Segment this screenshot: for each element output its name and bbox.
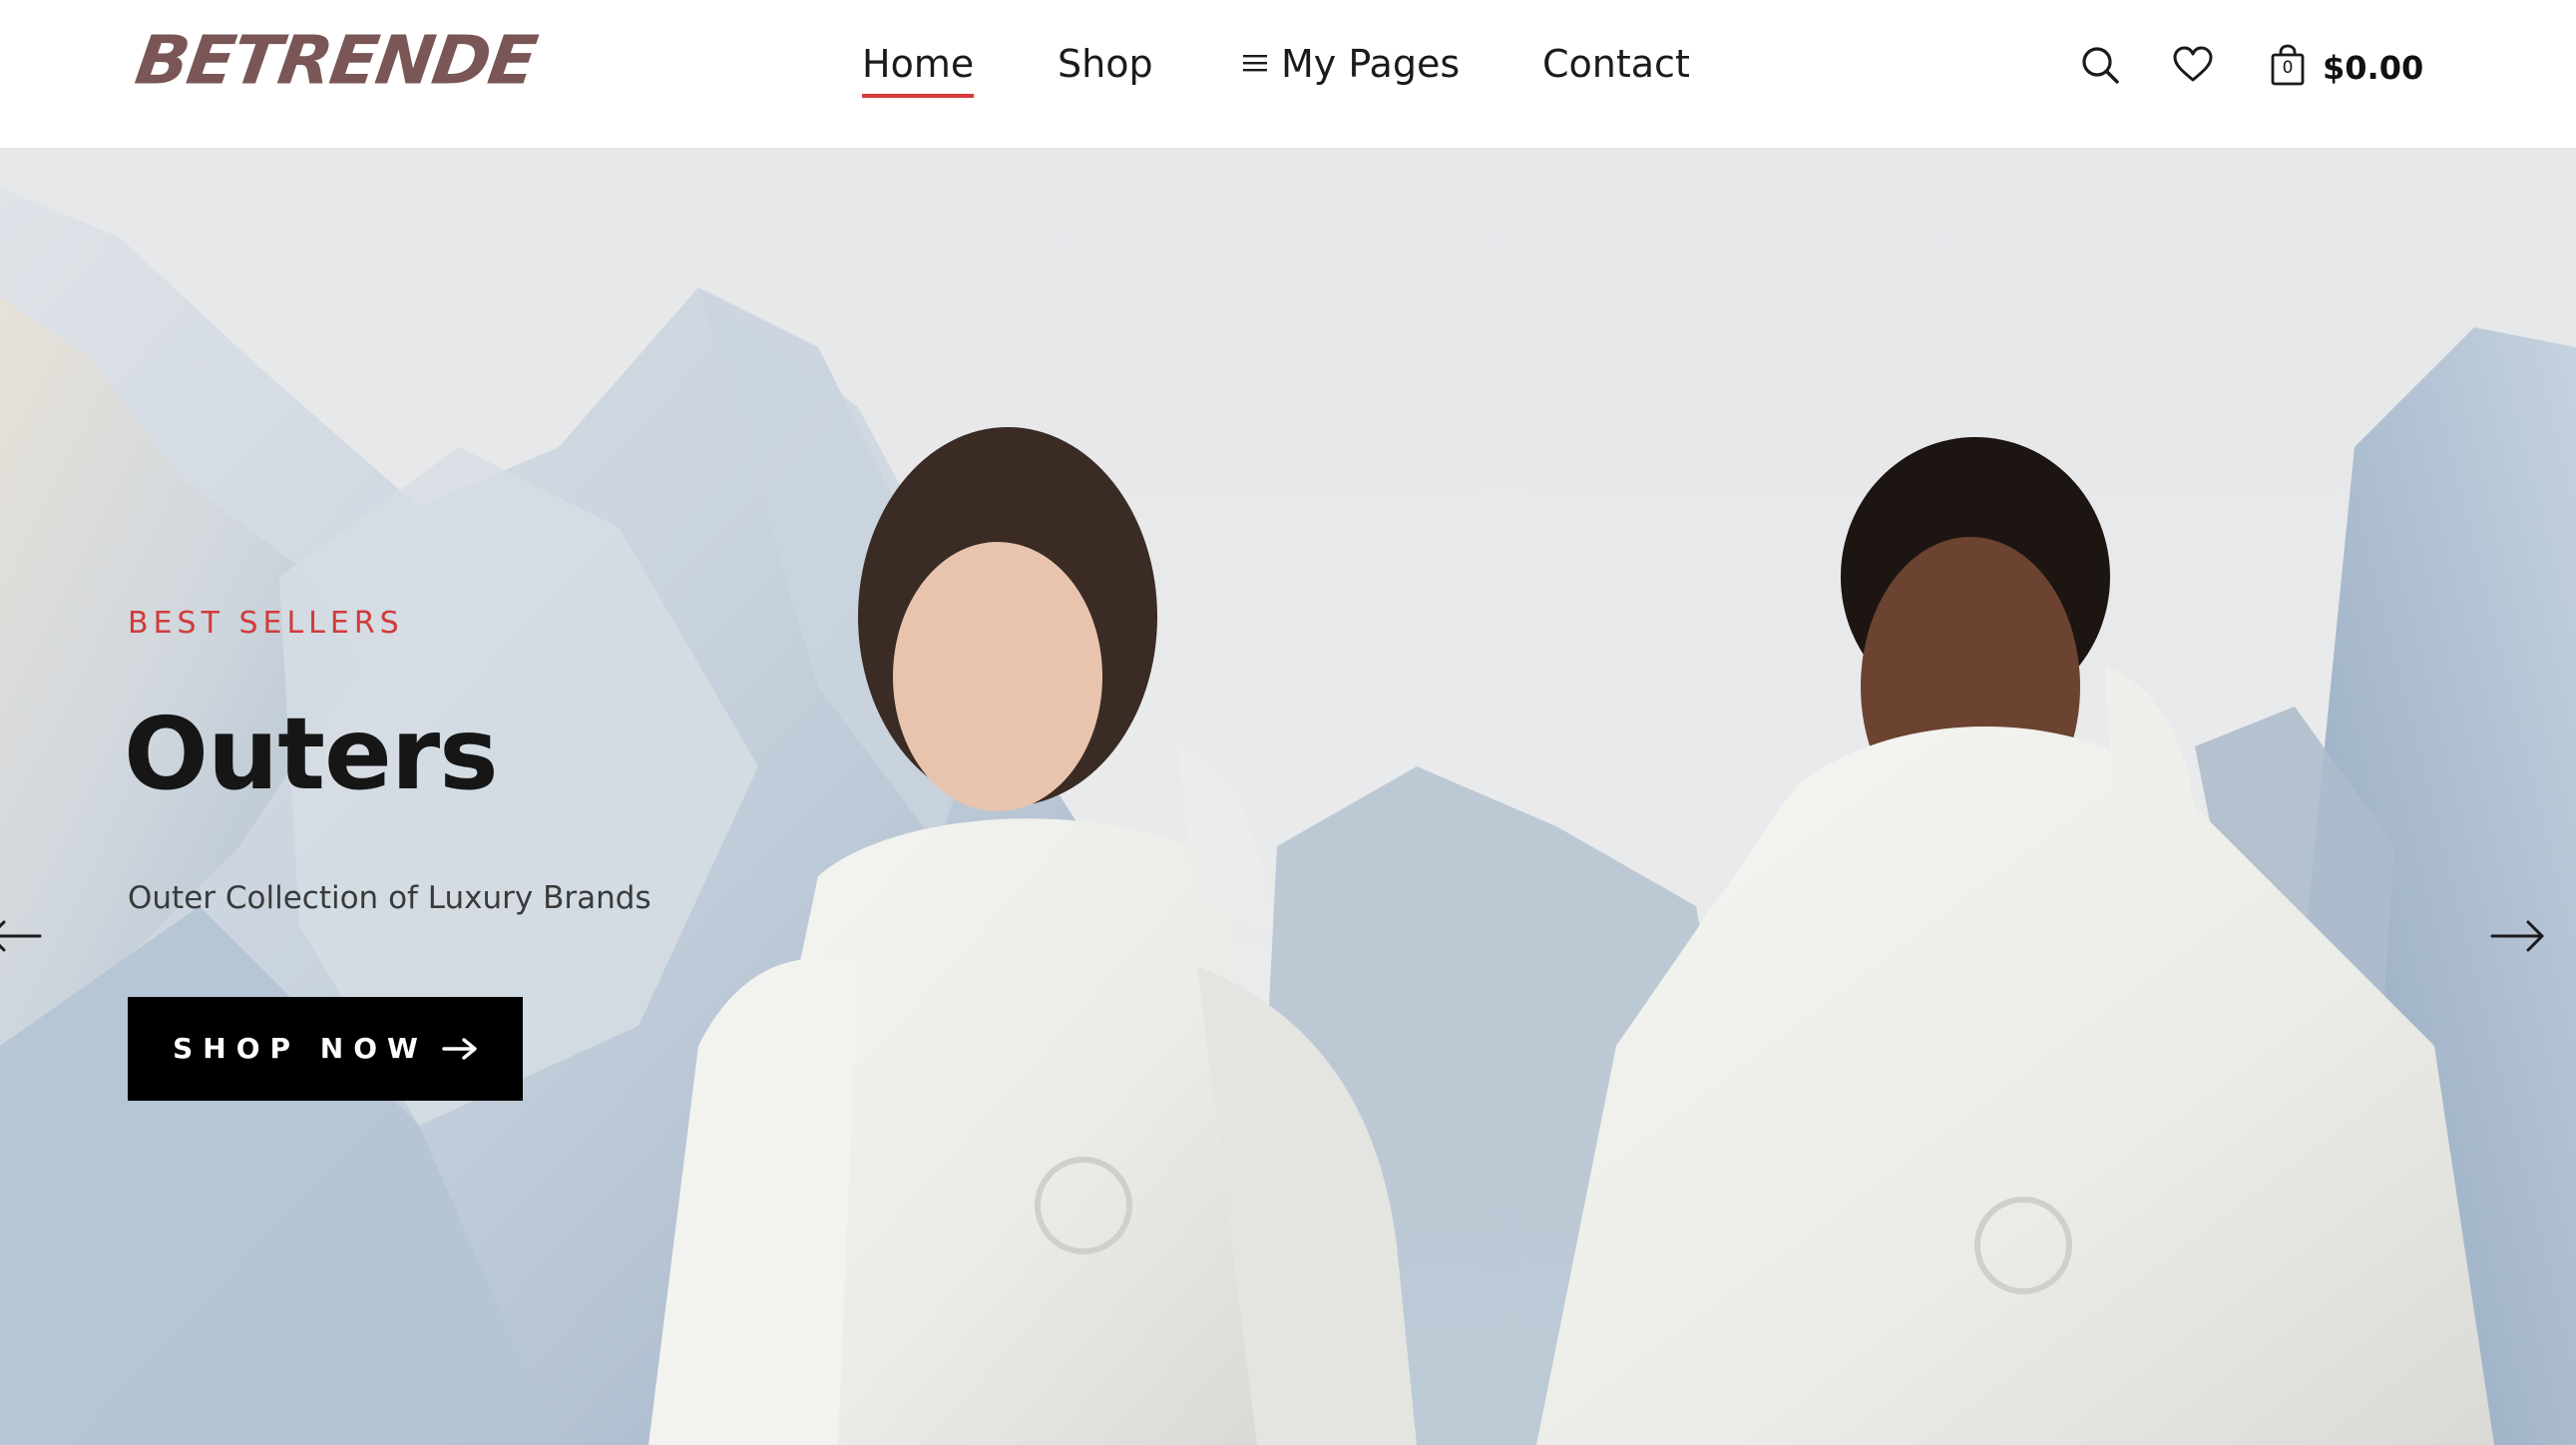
arrow-left-icon — [0, 920, 42, 952]
nav-item-home[interactable]: Home — [862, 36, 975, 98]
search-icon — [2082, 47, 2119, 84]
arrow-right-icon — [2490, 920, 2544, 952]
nav-item-contact[interactable]: Contact — [1542, 36, 1690, 92]
slider-prev-button[interactable] — [0, 916, 44, 956]
wishlist-button[interactable] — [2172, 44, 2214, 86]
search-button[interactable] — [2079, 44, 2121, 86]
menu-lines-icon — [1243, 55, 1267, 72]
arrow-right-icon — [442, 1038, 477, 1060]
shop-now-label: SHOP NOW — [173, 1032, 428, 1065]
slider-next-button[interactable] — [2488, 916, 2546, 956]
hero-slider: BEST SELLERS Outers Outer Collection of … — [0, 148, 2576, 1445]
site-header: BETRENDE Home Shop My Pages Contact 0 $0… — [0, 0, 2576, 148]
nav-item-my-pages-label: My Pages — [1281, 42, 1461, 86]
shop-now-button[interactable]: SHOP NOW — [128, 997, 523, 1101]
nav-item-shop[interactable]: Shop — [1058, 36, 1153, 92]
hero-title: Outers — [124, 696, 499, 812]
hero-eyebrow: BEST SELLERS — [128, 606, 404, 641]
heart-icon — [2173, 46, 2213, 82]
cart-button[interactable]: 0 — [2267, 44, 2309, 86]
hero-subtitle: Outer Collection of Luxury Brands — [128, 880, 651, 916]
nav-item-my-pages[interactable]: My Pages — [1243, 36, 1460, 92]
cart-count: 0 — [2282, 58, 2294, 78]
cart-total[interactable]: $0.00 — [2323, 46, 2423, 90]
